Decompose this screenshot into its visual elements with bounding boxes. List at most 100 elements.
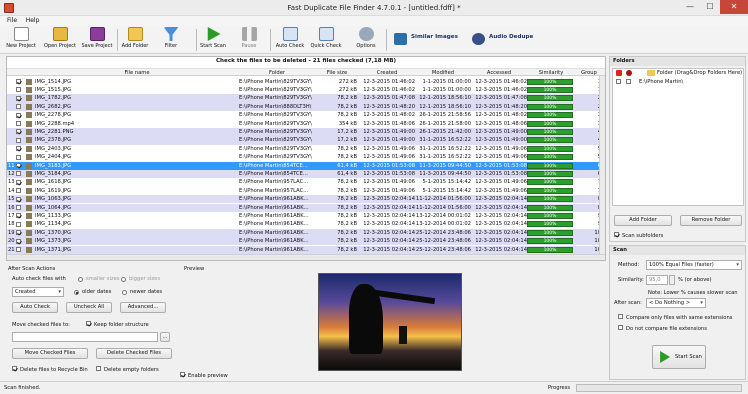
same-ext-checkbox[interactable] (618, 314, 623, 319)
delete-checked-button[interactable]: Delete Checked Files (96, 348, 172, 359)
row-checkbox[interactable] (16, 213, 21, 219)
table-row[interactable]: 16 IMG_1064.JPG E:\iPhone Martin\961ABK...… (7, 203, 605, 212)
row-checkbox[interactable] (16, 238, 21, 244)
row-checkbox[interactable] (16, 121, 21, 126)
move-destination-input[interactable] (12, 332, 158, 342)
col-folder[interactable]: Folder (239, 70, 315, 76)
add-folder-button[interactable]: Add Folder (120, 27, 150, 49)
row-checkbox[interactable] (16, 112, 21, 118)
auto-check-button[interactable]: Auto Check (273, 27, 307, 49)
open-project-button[interactable]: Open Project (42, 27, 78, 49)
row-checkbox[interactable] (16, 221, 21, 227)
table-row[interactable]: 13 IMG_1618.JPG E:\iPhone Martin\957LAC...… (7, 178, 605, 187)
table-row[interactable]: IMG_2278.JPG E:\iPhone Martin\829TV3GY\ 78… (7, 111, 605, 120)
folder-include-checkbox[interactable] (616, 79, 621, 84)
smaller-sizes-radio[interactable] (78, 277, 83, 282)
uncheck-all-button[interactable]: Uncheck All (66, 302, 112, 313)
folder-path[interactable]: E:\iPhone Martin\ (639, 79, 683, 85)
row-checkbox[interactable] (16, 247, 21, 252)
date-criteria-select[interactable]: Created (12, 287, 64, 297)
minimize-button[interactable]: — (680, 0, 700, 14)
table-row[interactable]: IMG_2682.JPG E:\iPhone Martin\888DLT3H\ 78… (7, 102, 605, 112)
table-row[interactable]: IMG_2403.JPG E:\iPhone Martin\829TV3GY\ 78… (7, 144, 605, 154)
quick-check-button[interactable]: Quick Check (308, 27, 344, 49)
options-button[interactable]: Options (352, 27, 380, 49)
bigger-sizes-radio[interactable] (121, 277, 126, 282)
col-created[interactable]: Created (359, 70, 415, 76)
table-row[interactable]: 18 IMG_1134.JPG E:\iPhone Martin\961ABK...… (7, 220, 605, 229)
add-folder-button-2[interactable]: Add Folder (614, 215, 672, 226)
browse-button[interactable]: ... (160, 332, 170, 342)
col-similarity[interactable]: Similarity (527, 70, 575, 76)
filter-button[interactable]: Filter (158, 27, 184, 49)
row-checkbox[interactable] (16, 188, 21, 194)
audio-dedupe-link[interactable]: Audio Dedupe (489, 34, 533, 40)
audio-dedupe-logo[interactable] (470, 33, 486, 45)
table-row[interactable]: IMG_2281.PNG E:\iPhone Martin\829TV3GY\ 17… (7, 127, 605, 137)
row-checkbox[interactable] (16, 230, 21, 236)
table-row[interactable]: 19 IMG_1370.JPG E:\iPhone Martin\961ABK...… (7, 228, 605, 238)
table-row[interactable]: IMG_2288.mp4 E:\iPhone Martin\829TV3GY\ 35… (7, 119, 605, 128)
start-scan-button[interactable]: Start Scan (199, 27, 227, 49)
table-row[interactable]: 14 IMG_1619.JPG E:\iPhone Martin\957LAC...… (7, 186, 605, 196)
table-row[interactable]: IMG_2378.JPG E:\iPhone Martin\829TV3GY\ 17… (7, 136, 605, 145)
col-file-name[interactable]: File name (37, 70, 237, 76)
enable-preview-checkbox[interactable] (180, 372, 185, 377)
menu-help[interactable]: Help (26, 17, 40, 24)
row-checkbox[interactable] (16, 163, 21, 168)
table-row[interactable]: IMG_2404.JPG E:\iPhone Martin\829TV3GY\ 78… (7, 153, 605, 162)
move-checked-button[interactable]: Move Checked Files (12, 348, 88, 359)
row-checkbox[interactable] (16, 179, 21, 185)
row-checkbox[interactable] (16, 79, 21, 84)
folder-exclude-checkbox[interactable] (626, 79, 631, 84)
col-group[interactable]: Group (577, 70, 601, 76)
no-compare-ext-checkbox[interactable] (618, 325, 623, 330)
close-button[interactable]: ✕ (720, 0, 748, 14)
table-row[interactable]: IMG_1515.JPG E:\iPhone Martin\829TV3GY\ 27… (7, 85, 605, 95)
row-checkbox[interactable] (16, 95, 21, 101)
row-checkbox[interactable] (16, 171, 21, 177)
table-row[interactable]: 12 IMG_3184.JPG E:\iPhone Martin\854TCE...… (7, 169, 605, 179)
advanced-button[interactable]: Advanced... (120, 302, 166, 313)
remove-folder-button[interactable]: Remove Folder (680, 215, 742, 226)
table-row[interactable]: IMG_1514.JPG E:\iPhone Martin\829TV3GY\ 27… (7, 77, 605, 86)
table-row[interactable]: IMG_1782.JPG E:\iPhone Martin\829TV3GY\ 78… (7, 94, 605, 103)
table-row[interactable]: 20 IMG_1373.JPG E:\iPhone Martin\961ABK...… (7, 237, 605, 246)
vertical-scrollbar[interactable] (599, 76, 605, 254)
col-file-size[interactable]: File size (317, 70, 357, 76)
similar-images-link[interactable]: Similar Images (411, 34, 458, 40)
new-project-button[interactable]: New Project (4, 27, 38, 49)
col-modified[interactable]: Modified (415, 70, 471, 76)
maximize-button[interactable]: ☐ (700, 0, 720, 14)
delete-empty-checkbox[interactable] (96, 366, 101, 371)
method-select[interactable]: 100% Equal Files (faster) (646, 260, 742, 270)
pause-button[interactable]: Pause (236, 27, 262, 49)
save-project-button[interactable]: Save Project (80, 27, 114, 49)
row-checkbox[interactable] (16, 129, 21, 135)
row-checkbox[interactable] (16, 154, 21, 160)
after-scan-select[interactable]: < Do Nothing > (646, 298, 706, 308)
recycle-bin-checkbox[interactable] (12, 366, 17, 371)
auto-check-button-2[interactable]: Auto Check (12, 302, 58, 313)
row-checkbox[interactable] (16, 196, 21, 202)
horizontal-scrollbar[interactable] (7, 254, 605, 260)
table-row[interactable]: 11 IMG_3183.JPG E:\iPhone Martin\854TCE...… (7, 161, 605, 170)
table-row[interactable]: 17 IMG_1133.JPG E:\iPhone Martin\961ABK...… (7, 211, 605, 221)
table-row[interactable]: 15 IMG_1063.JPG E:\iPhone Martin\961ABK...… (7, 195, 605, 204)
keep-structure-checkbox[interactable] (86, 321, 91, 326)
start-scan-button-2[interactable]: Start Scan (652, 345, 706, 369)
row-checkbox[interactable] (16, 146, 21, 152)
row-checkbox[interactable] (16, 137, 21, 143)
col-accessed[interactable]: Accessed (471, 70, 527, 76)
similarity-input[interactable]: 95,0 (646, 275, 668, 285)
row-checkbox[interactable] (16, 205, 21, 210)
row-checkbox[interactable] (16, 87, 21, 93)
similar-images-logo[interactable] (392, 33, 408, 45)
newer-dates-radio[interactable] (122, 290, 127, 295)
results-grid[interactable]: Check the files to be deleted - 21 files… (6, 56, 606, 261)
scan-subfolders-checkbox[interactable] (614, 232, 619, 237)
row-checkbox[interactable] (16, 104, 21, 110)
folders-list[interactable]: Folder (Drag&Drop Folders Here) E:\iPhon… (612, 68, 744, 206)
table-row[interactable]: 21 IMG_1371.JPG E:\iPhone Martin\961ABK...… (7, 245, 605, 254)
menu-file[interactable]: File (7, 17, 17, 24)
